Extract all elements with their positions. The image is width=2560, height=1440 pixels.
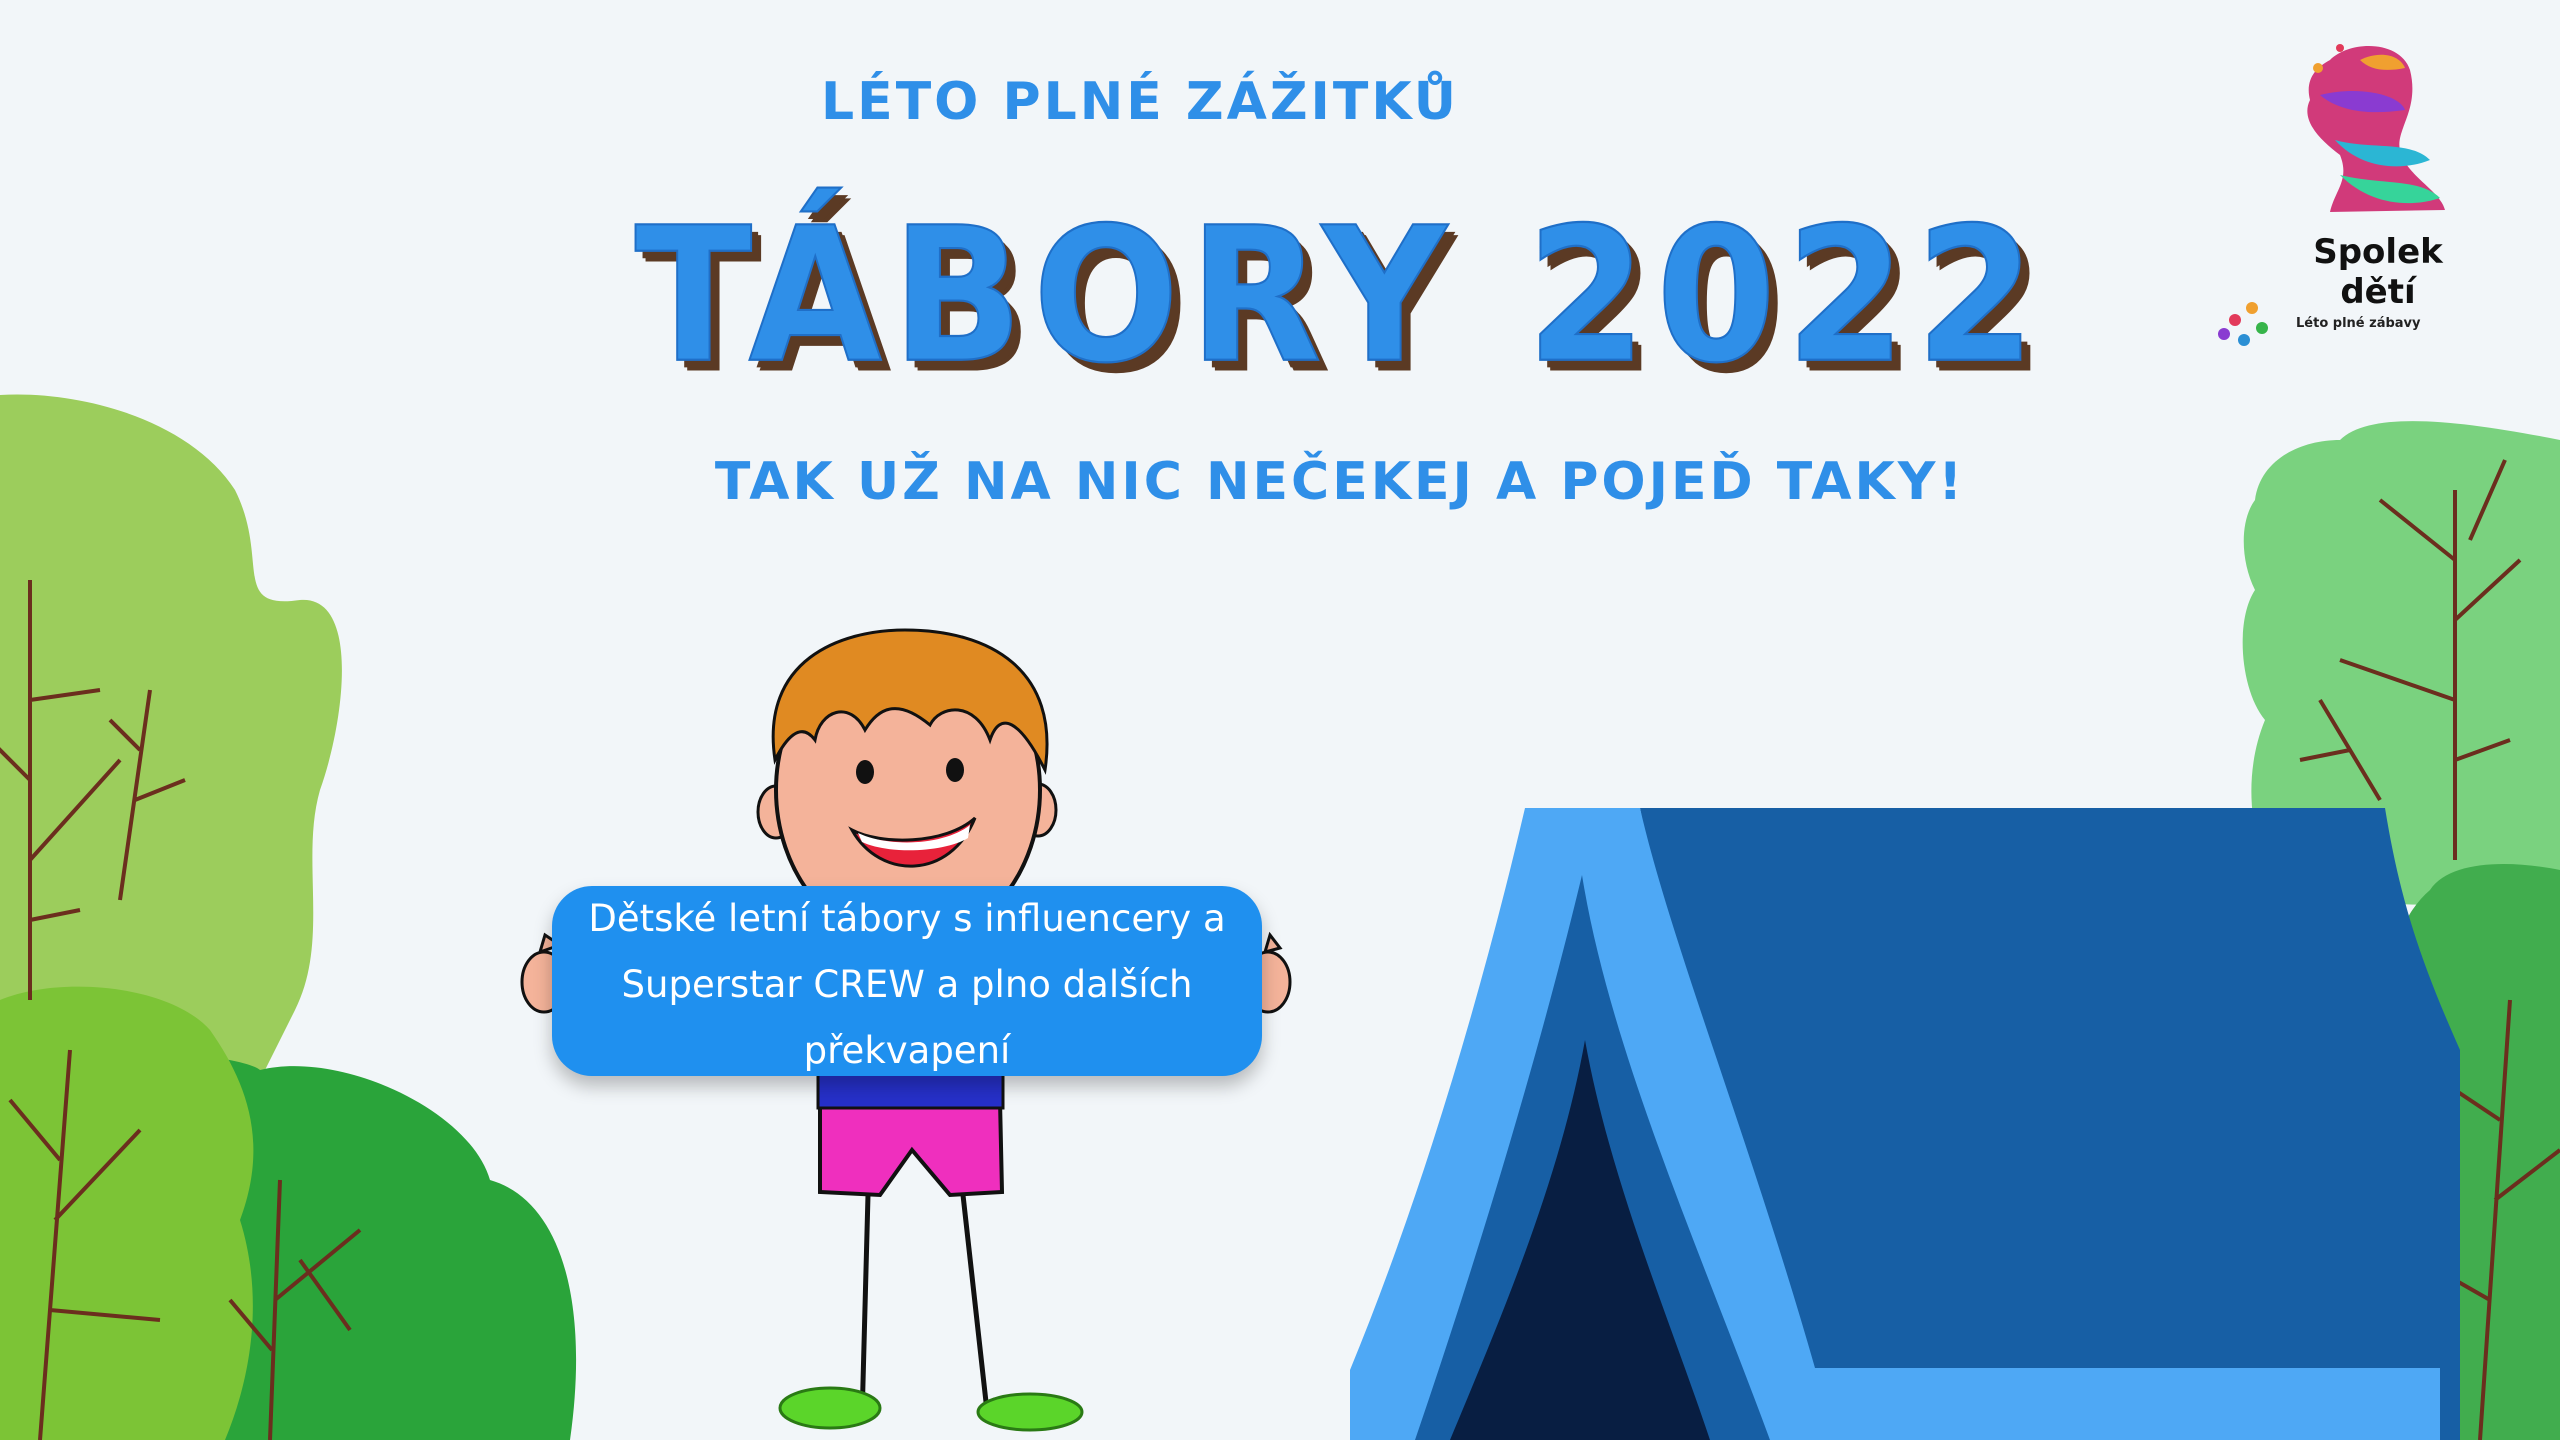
left-trees-group (0, 394, 577, 1440)
tent-group (1350, 808, 2460, 1440)
logo-small-text: Léto plné zábavy (2296, 316, 2421, 331)
bubble-line-2: Superstar CREW a plno dalších (621, 963, 1193, 1006)
speech-bubble: Dětské letní tábory s influencery a Supe… (552, 886, 1262, 1076)
bubble-line-1: Dětské letní tábory s influencery a (588, 897, 1226, 940)
page-title: TÁBORY 2022 (634, 186, 2046, 405)
left-tree-front (0, 986, 254, 1440)
bubble-line-3: překvapení (803, 1029, 1011, 1072)
tagline: LÉTO PLNÉ ZÁŽITKŮ (821, 72, 1459, 132)
logo-name: Spolek dětí (2313, 232, 2443, 312)
subtitle: TAK UŽ NA NIC NEČEKEJ A POJEĎ TAKY! (714, 452, 1966, 512)
